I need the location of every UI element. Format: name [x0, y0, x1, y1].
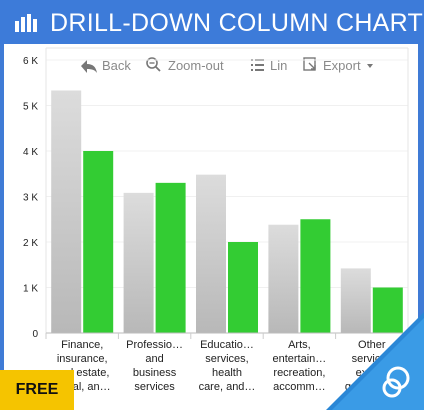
list-icon [251, 59, 264, 71]
bar-gray[interactable] [340, 268, 371, 333]
back-arrow-icon [81, 60, 97, 73]
y-tick-label: 5 K [23, 102, 38, 113]
x-category-label: Educatio… services, health care, and… [199, 339, 256, 393]
bar-gray[interactable] [51, 90, 82, 333]
x-axis: Finance, insurance, real estate, rental, an… [45, 332, 409, 393]
y-tick-label: 6 K [23, 56, 38, 67]
y-tick-label: 1 K [23, 284, 38, 295]
y-axis: 0 1 K 2 K 3 K 4 K 5 K 6 K [23, 56, 38, 340]
bar-green[interactable] [300, 219, 331, 333]
bar-green[interactable] [228, 242, 258, 333]
chart-card: Back Zoom-out Lin Export 0 1 K 2 K 3 K 4… [4, 44, 418, 410]
bar-gray[interactable] [196, 174, 226, 333]
page-title: DRILL-DOWN COLUMN CHART [50, 9, 424, 37]
header-bar: DRILL-DOWN COLUMN CHART [0, 0, 424, 44]
bar-green[interactable] [372, 287, 403, 334]
widget-frame: DRILL-DOWN COLUMN CHART Back Zoom-out Li… [0, 0, 424, 410]
zoom-handle [155, 66, 161, 72]
y-tick-label: 2 K [23, 238, 38, 249]
free-badge: FREE [0, 370, 74, 410]
chevron-down-icon [367, 64, 373, 68]
x-category-label: Other services except governm… [345, 339, 399, 393]
x-category-label: Professio… and business services [126, 339, 183, 393]
y-tick-label: 4 K [23, 147, 38, 158]
bar-chart-icon [15, 14, 37, 32]
bars [51, 90, 403, 333]
bar-green[interactable] [155, 182, 186, 333]
bar-gray[interactable] [268, 224, 299, 333]
bar-green[interactable] [83, 151, 114, 333]
column-chart: Back Zoom-out Lin Export 01 K2 K3 K4 K5 … [23, 47, 409, 393]
y-tick-label: 0 [32, 329, 38, 340]
x-category-label: Arts, entertain… recreation, accomm… [272, 339, 326, 393]
bar-gray[interactable] [123, 192, 154, 333]
y-tick-label: 3 K [23, 193, 38, 204]
